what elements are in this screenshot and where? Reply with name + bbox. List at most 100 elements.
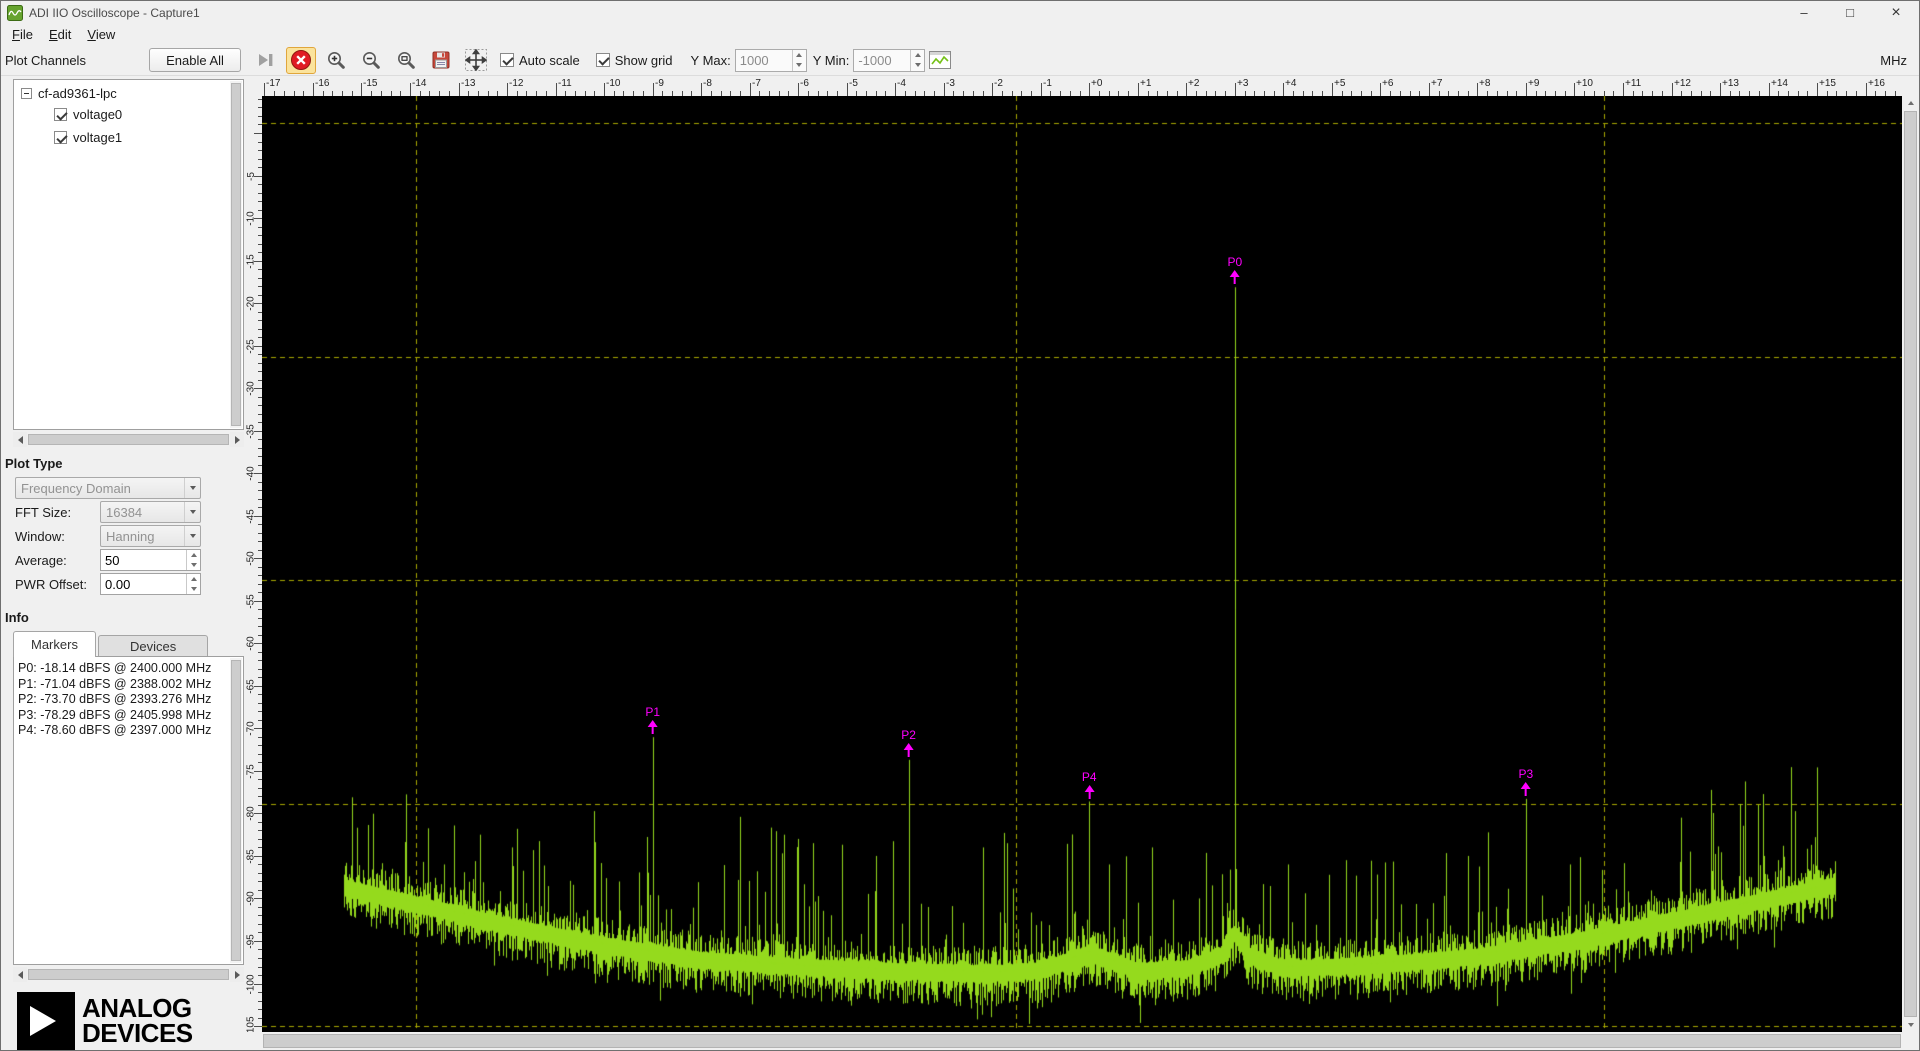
- y-axis-label: -70: [245, 713, 262, 743]
- zoom-out-button[interactable]: [356, 47, 386, 74]
- plot-type-select[interactable]: Frequency Domain: [15, 477, 201, 499]
- marker-info-row[interactable]: P2: -73.70 dBFS @ 2393.276 MHz: [18, 692, 243, 708]
- marker-info-row[interactable]: P0: -18.14 dBFS @ 2400.000 MHz: [18, 661, 243, 677]
- showgrid-toggle[interactable]: Show grid: [596, 53, 673, 68]
- ymax-input[interactable]: [736, 53, 790, 68]
- scroll-down-arrow[interactable]: [1902, 1018, 1919, 1032]
- window-label: Window:: [15, 529, 100, 544]
- fft-size-value: 16384: [101, 505, 184, 520]
- zoom-fit-button[interactable]: [391, 47, 421, 74]
- tab-devices[interactable]: Devices: [98, 635, 208, 657]
- average-input[interactable]: [101, 553, 181, 568]
- vertical-scroll-thumb[interactable]: [1904, 111, 1917, 1017]
- tab-markers[interactable]: Markers: [13, 631, 96, 657]
- adi-logo-text: ANALOG DEVICES: [82, 996, 193, 1046]
- info-hscroll-thumb[interactable]: [28, 969, 229, 980]
- info-section-label: Info: [5, 610, 245, 625]
- scroll-up-arrow[interactable]: [1902, 96, 1919, 110]
- toolbar: Auto scale Show grid Y Max: Y Min:: [245, 45, 1919, 75]
- fft-size-select[interactable]: 16384: [100, 501, 201, 523]
- plot-channels-header: Plot Channels Enable All: [1, 45, 245, 75]
- y-axis-label: -85: [245, 841, 262, 871]
- channel-row-voltage0[interactable]: voltage0: [14, 103, 243, 126]
- pwr-offset-input[interactable]: [101, 577, 181, 592]
- x-axis-label: +16: [1868, 78, 1885, 89]
- ymax-spinner[interactable]: [792, 50, 806, 71]
- tree-vertical-scrollbar[interactable]: [230, 81, 242, 428]
- y-axis-label: -35: [245, 416, 262, 446]
- save-button[interactable]: [426, 47, 456, 74]
- close-button[interactable]: ×: [1873, 1, 1919, 24]
- info-horizontal-scrollbar[interactable]: [13, 967, 244, 982]
- x-tick: [1235, 83, 1236, 96]
- y-axis-label: -80: [245, 798, 262, 828]
- maximize-button[interactable]: □: [1827, 1, 1873, 24]
- x-axis-label: -4: [897, 78, 906, 89]
- x-axis-label: +8: [1479, 78, 1490, 89]
- zoom-fit-icon: [396, 50, 416, 70]
- menu-edit[interactable]: Edit: [41, 25, 79, 44]
- ymin-input[interactable]: [854, 53, 908, 68]
- info-scroll-thumb[interactable]: [231, 660, 241, 961]
- x-axis-label: -5: [849, 78, 858, 89]
- voltage1-checkbox[interactable]: [54, 131, 67, 144]
- pwr-offset-spinner[interactable]: [186, 574, 200, 594]
- x-tick: [750, 83, 751, 96]
- ymin-spinner[interactable]: [910, 50, 924, 71]
- x-axis-label: +15: [1819, 78, 1836, 89]
- menu-file[interactable]: File: [4, 25, 41, 44]
- x-axis-label: -8: [703, 78, 712, 89]
- scroll-left-arrow[interactable]: [13, 967, 27, 982]
- plot-canvas-wrap: P0P1P2P3P4: [262, 96, 1902, 1032]
- window-value: Hanning: [101, 529, 184, 544]
- top-ruler: -17-16-15-14-13-12-11-10-9-8-7-6-5-4-3-2…: [262, 76, 1902, 96]
- chevron-down-icon: [184, 478, 200, 498]
- x-tick: [798, 83, 799, 96]
- average-spinner[interactable]: [186, 550, 200, 570]
- spectrum-canvas[interactable]: [262, 96, 1902, 1032]
- stop-capture-button[interactable]: [286, 47, 316, 74]
- showgrid-checkbox[interactable]: [596, 53, 610, 67]
- device-tree-row[interactable]: cf-ad9361-lpc: [14, 80, 243, 103]
- y-axis-label: -15: [245, 246, 262, 276]
- voltage0-checkbox[interactable]: [54, 108, 67, 121]
- menubar: File Edit View: [1, 24, 1919, 45]
- tree-hscroll-thumb[interactable]: [28, 434, 229, 445]
- tree-expander-icon[interactable]: [21, 88, 32, 99]
- average-label: Average:: [15, 553, 100, 568]
- window-select[interactable]: Hanning: [100, 525, 201, 547]
- y-axis-label: -60: [245, 628, 262, 658]
- info-vertical-scrollbar[interactable]: [230, 658, 242, 963]
- plot-horizontal-scrollbar[interactable]: [262, 1032, 1902, 1050]
- autoscale-toggle[interactable]: Auto scale: [500, 53, 580, 68]
- minimize-button[interactable]: –: [1781, 1, 1827, 24]
- tree-scroll-thumb[interactable]: [231, 83, 241, 426]
- tree-horizontal-scrollbar[interactable]: [13, 432, 244, 447]
- app-window: ADI IIO Oscilloscope - Capture1 – □ × Fi…: [0, 0, 1920, 1051]
- x-axis-label: +2: [1188, 78, 1199, 89]
- marker-info-row[interactable]: P3: -78.29 dBFS @ 2405.998 MHz: [18, 708, 243, 724]
- y-axis-label: -5: [245, 161, 262, 191]
- marker-info-row[interactable]: P4: -78.60 dBFS @ 2397.000 MHz: [18, 723, 243, 739]
- horizontal-scroll-thumb[interactable]: [263, 1034, 1901, 1048]
- zoom-in-button[interactable]: [321, 47, 351, 74]
- x-tick: [604, 83, 605, 96]
- marker-info-row[interactable]: P1: -71.04 dBFS @ 2388.002 MHz: [18, 677, 243, 693]
- new-plot-button[interactable]: [925, 47, 955, 74]
- chevron-down-icon: [184, 502, 200, 522]
- y-axis-label: -65: [245, 671, 262, 701]
- scrollbar-corner: [245, 1032, 262, 1050]
- menu-view[interactable]: View: [79, 25, 123, 44]
- plot-vertical-scrollbar[interactable]: [1902, 96, 1919, 1032]
- y-axis-label: -100: [245, 969, 262, 999]
- x-tick: [1672, 83, 1673, 96]
- capture-play-button[interactable]: [251, 47, 281, 74]
- scroll-left-arrow[interactable]: [13, 432, 27, 447]
- enable-all-button[interactable]: Enable All: [149, 48, 241, 72]
- scroll-right-arrow[interactable]: [230, 967, 244, 982]
- autoscale-checkbox[interactable]: [500, 53, 514, 67]
- channel-row-voltage1[interactable]: voltage1: [14, 126, 243, 149]
- y-axis-label: -30: [245, 373, 262, 403]
- scroll-right-arrow[interactable]: [230, 432, 244, 447]
- pan-move-button[interactable]: [461, 47, 491, 74]
